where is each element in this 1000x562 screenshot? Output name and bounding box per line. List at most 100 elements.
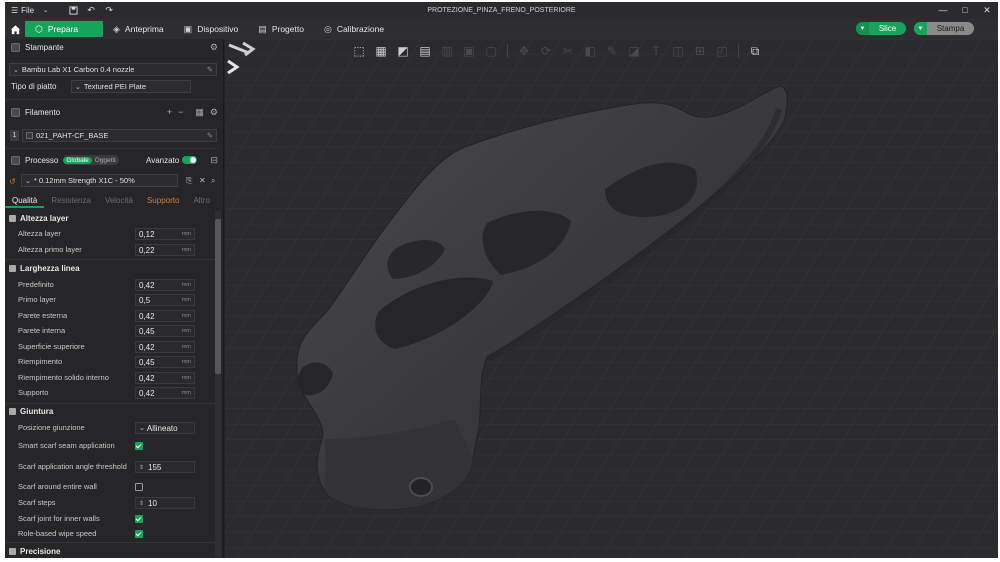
chevron-down-icon[interactable]: ▼: [914, 22, 927, 35]
search-icon[interactable]: ⌕: [211, 176, 215, 186]
internal-solid-infill-width-input[interactable]: 0,42 mm: [135, 372, 195, 384]
advanced-label: Avanzato: [146, 155, 180, 165]
process-preset-select[interactable]: ⌄ * 0.12mm Strength X1C - 50%: [21, 174, 178, 187]
print-button[interactable]: ▼ Stampa: [914, 22, 974, 35]
tab-device[interactable]: ▣ Dispositivo: [174, 21, 249, 37]
settings-scrollbar[interactable]: [215, 211, 221, 557]
tab-strength[interactable]: Resistenza: [44, 195, 98, 208]
tab-others[interactable]: Altro: [186, 195, 216, 208]
grid-arrange-icon[interactable]: ▦: [372, 43, 390, 59]
orient-icon[interactable]: ◩: [394, 43, 412, 59]
split-icon[interactable]: ▥: [438, 43, 456, 59]
layer-height-input[interactable]: 0,12 mm: [135, 228, 195, 240]
scrollbar-thumb[interactable]: [215, 219, 221, 374]
edit-icon[interactable]: ✎: [207, 65, 213, 74]
tab-preview-label: Anteprima: [124, 24, 164, 34]
tab-project[interactable]: ▤ Progetto: [248, 21, 314, 37]
first-layer-height-input[interactable]: 0,22 mm: [135, 244, 195, 256]
layout-icon[interactable]: ▣: [460, 43, 478, 59]
scarf-inner-walls-checkbox[interactable]: [135, 515, 143, 523]
minimize-icon[interactable]: —: [936, 3, 950, 17]
file-menu-label: File: [21, 6, 35, 15]
slice-button[interactable]: ▼ Slice: [856, 22, 906, 35]
tab-calibration[interactable]: ◎ Calibrazione: [314, 21, 394, 37]
tab-preview[interactable]: ◈ Anteprima: [103, 21, 174, 37]
advanced-toggle[interactable]: [182, 156, 198, 164]
plate-icon[interactable]: ▤: [416, 43, 434, 59]
gear-icon[interactable]: ⚙: [210, 42, 218, 53]
row-seam-position: Posizione giunzione ⌄ Allineato: [18, 421, 208, 435]
tab-quality[interactable]: Qualità: [5, 195, 45, 208]
measure-icon[interactable]: ◫: [669, 43, 687, 59]
scope-global[interactable]: Globale: [63, 156, 92, 164]
scope-objects[interactable]: Oggetti: [92, 157, 119, 164]
row-label: Scarf joint for inner walls: [18, 514, 100, 523]
top-surface-width-input[interactable]: 0,42 mm: [135, 341, 195, 353]
close-icon[interactable]: ✕: [199, 176, 206, 185]
support-paint-icon[interactable]: ✎: [603, 43, 621, 59]
save-icon[interactable]: ⎘: [186, 176, 192, 186]
file-menu[interactable]: ☰ File ⌄: [11, 6, 48, 15]
assembly-icon[interactable]: ⊞: [691, 43, 709, 59]
brim-icon[interactable]: ◰: [713, 43, 731, 59]
filament-slot-number: 1: [10, 130, 19, 141]
edit-icon[interactable]: ✎: [207, 131, 213, 140]
window-title: PROTEZIONE_PINZA_FRENO_POSTERIORE: [427, 7, 576, 14]
rotate-icon[interactable]: ⟳: [537, 43, 555, 59]
redo-icon[interactable]: ↷: [102, 4, 116, 18]
plate-type-select[interactable]: ⌄ Textured PEI Plate: [71, 80, 191, 93]
seam-position-select[interactable]: ⌄ Allineato: [135, 422, 195, 434]
row-default-width: Predefinito 0,42 mm: [18, 278, 208, 292]
add-icon[interactable]: +: [167, 107, 172, 118]
row-label: Parete interna: [18, 326, 66, 335]
undo-icon[interactable]: ↶: [84, 4, 98, 18]
home-button[interactable]: [5, 19, 25, 39]
tab-support[interactable]: Supporto: [140, 195, 186, 208]
text-icon[interactable]: T: [647, 43, 665, 59]
mirror-icon[interactable]: ◧: [581, 43, 599, 59]
add-object-icon[interactable]: ⬚: [350, 43, 368, 59]
infill-width-input[interactable]: 0,45 mm: [135, 356, 195, 368]
scarf-entire-wall-checkbox[interactable]: [135, 483, 143, 491]
first-layer-width-input[interactable]: 0,5 mm: [135, 294, 195, 306]
support-width-input[interactable]: 0,42 mm: [135, 387, 195, 399]
printer-section-header[interactable]: Stampante ⚙: [5, 39, 223, 55]
row-outer-wall-width: Parete esterna 0,42 mm: [18, 309, 208, 323]
process-scope-switch[interactable]: Globale Oggetti: [63, 155, 119, 165]
gear-icon[interactable]: ⚙: [210, 107, 218, 118]
role-wipe-speed-checkbox[interactable]: [135, 530, 143, 538]
tab-prepare[interactable]: ⬡ Prepara: [25, 21, 103, 37]
view-settings-icon[interactable]: ⧉: [746, 43, 764, 59]
smart-scarf-checkbox[interactable]: [135, 442, 143, 450]
inner-wall-width-input[interactable]: 0,45 mm: [135, 325, 195, 337]
scarf-angle-spinner[interactable]: ⇕ 155: [135, 461, 195, 473]
close-icon[interactable]: ✕: [980, 3, 994, 17]
group-seam: Giuntura: [9, 405, 53, 417]
compare-icon[interactable]: ⊟: [210, 155, 218, 166]
row-value: 0,12: [139, 229, 155, 239]
filament-select[interactable]: 021_PAHT-CF_BASE ✎: [22, 129, 217, 142]
chevron-down-icon[interactable]: ▼: [856, 22, 869, 35]
divider: [5, 99, 215, 100]
default-width-input[interactable]: 0,42 mm: [135, 279, 195, 291]
cut-icon[interactable]: ✂: [559, 43, 577, 59]
3d-viewport[interactable]: ⬚ ▦ ◩ ▤ ▥ ▣ ▢ ✥ ⟳ ✂ ◧ ✎ ◪ T ◫ ⊞ ◰ ⧉: [225, 39, 998, 558]
main-toolbar: ⬡ Prepara ◈ Anteprima ▣ Dispositivo ▤ Pr…: [5, 19, 998, 39]
sync-icon[interactable]: ▦: [195, 107, 204, 118]
move-icon[interactable]: ✥: [515, 43, 533, 59]
outer-wall-width-input[interactable]: 0,42 mm: [135, 310, 195, 322]
spinner-icon[interactable]: ⇕: [139, 500, 144, 507]
tab-speed[interactable]: Velocità: [98, 195, 140, 208]
seam-paint-icon[interactable]: ◪: [625, 43, 643, 59]
remove-icon[interactable]: −: [178, 107, 183, 118]
maximize-icon[interactable]: □: [958, 3, 972, 17]
save-icon[interactable]: [66, 4, 80, 18]
line-width-icon: [9, 264, 16, 272]
printer-select[interactable]: ⌄ Bambu Lab X1 Carbon 0.4 nozzle ✎: [9, 63, 217, 76]
filament-section-header[interactable]: Filamento + − ▦ ⚙: [5, 104, 223, 120]
row-unit: mm: [181, 359, 191, 365]
reset-icon[interactable]: ↺: [9, 177, 16, 186]
spinner-icon[interactable]: ⇕: [139, 464, 144, 471]
scale-icon[interactable]: ▢: [482, 43, 500, 59]
scarf-steps-spinner[interactable]: ⇕ 10: [135, 497, 195, 509]
